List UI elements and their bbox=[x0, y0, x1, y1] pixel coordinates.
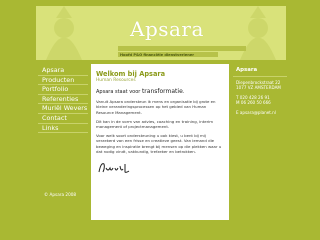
page-subtitle: Human Resources bbox=[96, 78, 136, 83]
intro-emphasis: transformatie bbox=[141, 88, 183, 95]
slogan-text: Hoofd P&O financiële dienstverlener bbox=[120, 53, 194, 57]
header-banner: Apsara Hoofd P&O financiële dienstverlen… bbox=[36, 6, 286, 60]
contact-email-link[interactable]: E apsara@planet.nl bbox=[233, 110, 287, 116]
main-content: Welkom bij Apsara Human Resources Apsara… bbox=[91, 64, 229, 220]
slogan-bar bbox=[118, 46, 246, 51]
nav-item-links[interactable]: Links bbox=[38, 124, 88, 134]
paragraph-services: Dit kan in de vorm van advies, coaching … bbox=[96, 118, 214, 130]
nav-item-muriel-wevers[interactable]: Muriël Wevers bbox=[38, 104, 88, 114]
copyright-text: © Apsara 2008 bbox=[44, 192, 77, 197]
ornament-left-image bbox=[46, 6, 82, 60]
signature-image bbox=[98, 163, 130, 173]
nav-item-producten[interactable]: Producten bbox=[38, 76, 88, 86]
contact-panel: Apsara Diepenbrockstraat 22 1077 VZ AMST… bbox=[233, 66, 287, 116]
contact-name: Apsara bbox=[233, 66, 287, 77]
site-title: Apsara bbox=[130, 17, 204, 41]
paragraph-approach: Voor welk soort ondersteuning u ook kies… bbox=[96, 133, 222, 154]
nav-item-apsara[interactable]: Apsara bbox=[38, 66, 88, 76]
intro-period: . bbox=[182, 89, 185, 95]
page-title: Welkom bij Apsara bbox=[96, 70, 166, 78]
contact-postal: 1077 VZ AMSTERDAM bbox=[236, 85, 281, 91]
paragraph-support: Vanuit Apsara ondersteun ik mens en orga… bbox=[96, 99, 216, 115]
sidebar-nav: Apsara Producten Portfolio Referenties M… bbox=[38, 66, 88, 206]
intro-paragraph: Apsara staat voor transformatie. bbox=[96, 89, 224, 95]
nav-item-contact[interactable]: Contact bbox=[38, 114, 88, 124]
nav-item-referenties[interactable]: Referenties bbox=[38, 95, 88, 105]
nav-item-portfolio[interactable]: Portfolio bbox=[38, 85, 88, 95]
intro-text: Apsara staat voor bbox=[96, 89, 141, 95]
ornament-right-image bbox=[240, 6, 276, 60]
